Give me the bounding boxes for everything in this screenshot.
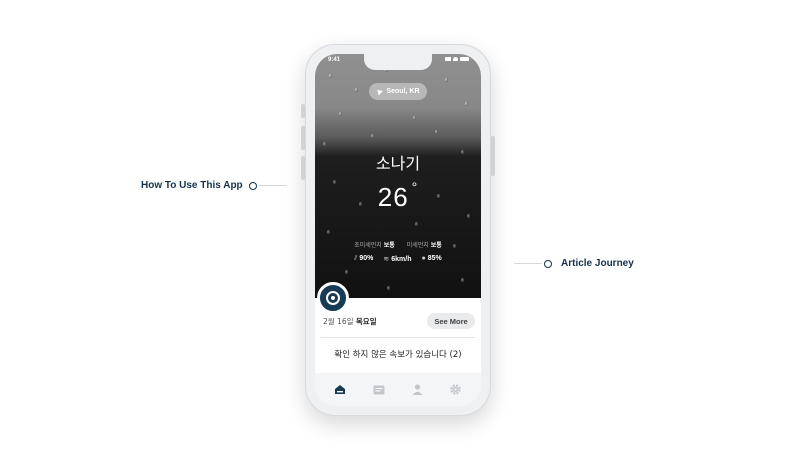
see-more-button[interactable]: See More: [427, 313, 475, 329]
phone-screen: 9:41 Seoul, KR 소나기 26 ° 초미세먼지 보통 미세먼지 보통…: [315, 54, 481, 406]
callout-connector: [514, 263, 542, 264]
humidity-stat: ● 85%: [421, 255, 442, 262]
temperature-value: 26: [377, 182, 409, 212]
news-card: 2월 16일 목요일 See More 확인 하지 않은 속보가 있습니다 (2…: [315, 282, 481, 373]
rain-icon: ⫽: [354, 255, 358, 262]
wifi-icon: [453, 57, 458, 61]
date-label: 2월 16일 목요일: [323, 317, 377, 326]
home-icon: [335, 385, 346, 394]
phone-notch: [364, 54, 432, 70]
phone-mockup: 9:41 Seoul, KR 소나기 26 ° 초미세먼지 보통 미세먼지 보통…: [305, 44, 491, 416]
battery-icon: [460, 57, 469, 61]
how-to-use-label: How To Use This App: [141, 180, 243, 191]
ultrafine-dust: 초미세먼지 보통: [354, 242, 395, 249]
temperature-display: 26 °: [315, 179, 481, 213]
status-time: 9:41: [328, 57, 341, 63]
breaking-news-alert[interactable]: 확인 하지 않은 속보가 있습니다 (2): [315, 348, 481, 360]
phone-power-button: [491, 136, 495, 176]
location-pill[interactable]: Seoul, KR: [369, 83, 427, 100]
degree-symbol: °: [411, 179, 419, 196]
tab-settings[interactable]: [445, 380, 467, 400]
target-icon: [326, 291, 340, 305]
location-arrow-icon: [375, 87, 384, 96]
tab-home[interactable]: [329, 380, 351, 400]
how-to-use-callout[interactable]: How To Use This App: [141, 180, 287, 191]
location-text: Seoul, KR: [386, 88, 420, 95]
signal-icon: [445, 57, 451, 61]
callout-connector: [258, 185, 287, 186]
news-icon: [373, 385, 385, 394]
wind-stat: ≋ 6km/h: [383, 256, 412, 263]
tab-profile[interactable]: [406, 380, 428, 400]
rain-stat: ⫽ 90%: [354, 255, 374, 262]
droplet-icon: ●: [421, 255, 426, 262]
bottom-tab-bar: [315, 373, 481, 406]
callout-dot-icon: [248, 181, 257, 190]
weather-condition: 소나기: [375, 154, 421, 173]
fine-dust: 미세먼지 보통: [406, 242, 442, 249]
avatar[interactable]: [317, 282, 349, 314]
callout-dot-icon: [544, 259, 552, 268]
article-journey-callout[interactable]: Article Journey: [514, 258, 634, 269]
status-icons: [445, 57, 469, 61]
article-journey-label: Article Journey: [561, 258, 634, 269]
profile-icon: [412, 384, 423, 395]
divider: [321, 337, 475, 338]
weather-stats-row: ⫽ 90% ≋ 6km/h ● 85%: [315, 255, 481, 263]
air-quality-row: 초미세먼지 보통 미세먼지 보통: [315, 240, 481, 249]
weather-panel: 9:41 Seoul, KR 소나기 26 ° 초미세먼지 보통 미세먼지 보통…: [315, 54, 481, 298]
wind-icon: ≋: [383, 256, 390, 263]
settings-icon: [450, 384, 461, 395]
tab-news[interactable]: [368, 380, 390, 400]
